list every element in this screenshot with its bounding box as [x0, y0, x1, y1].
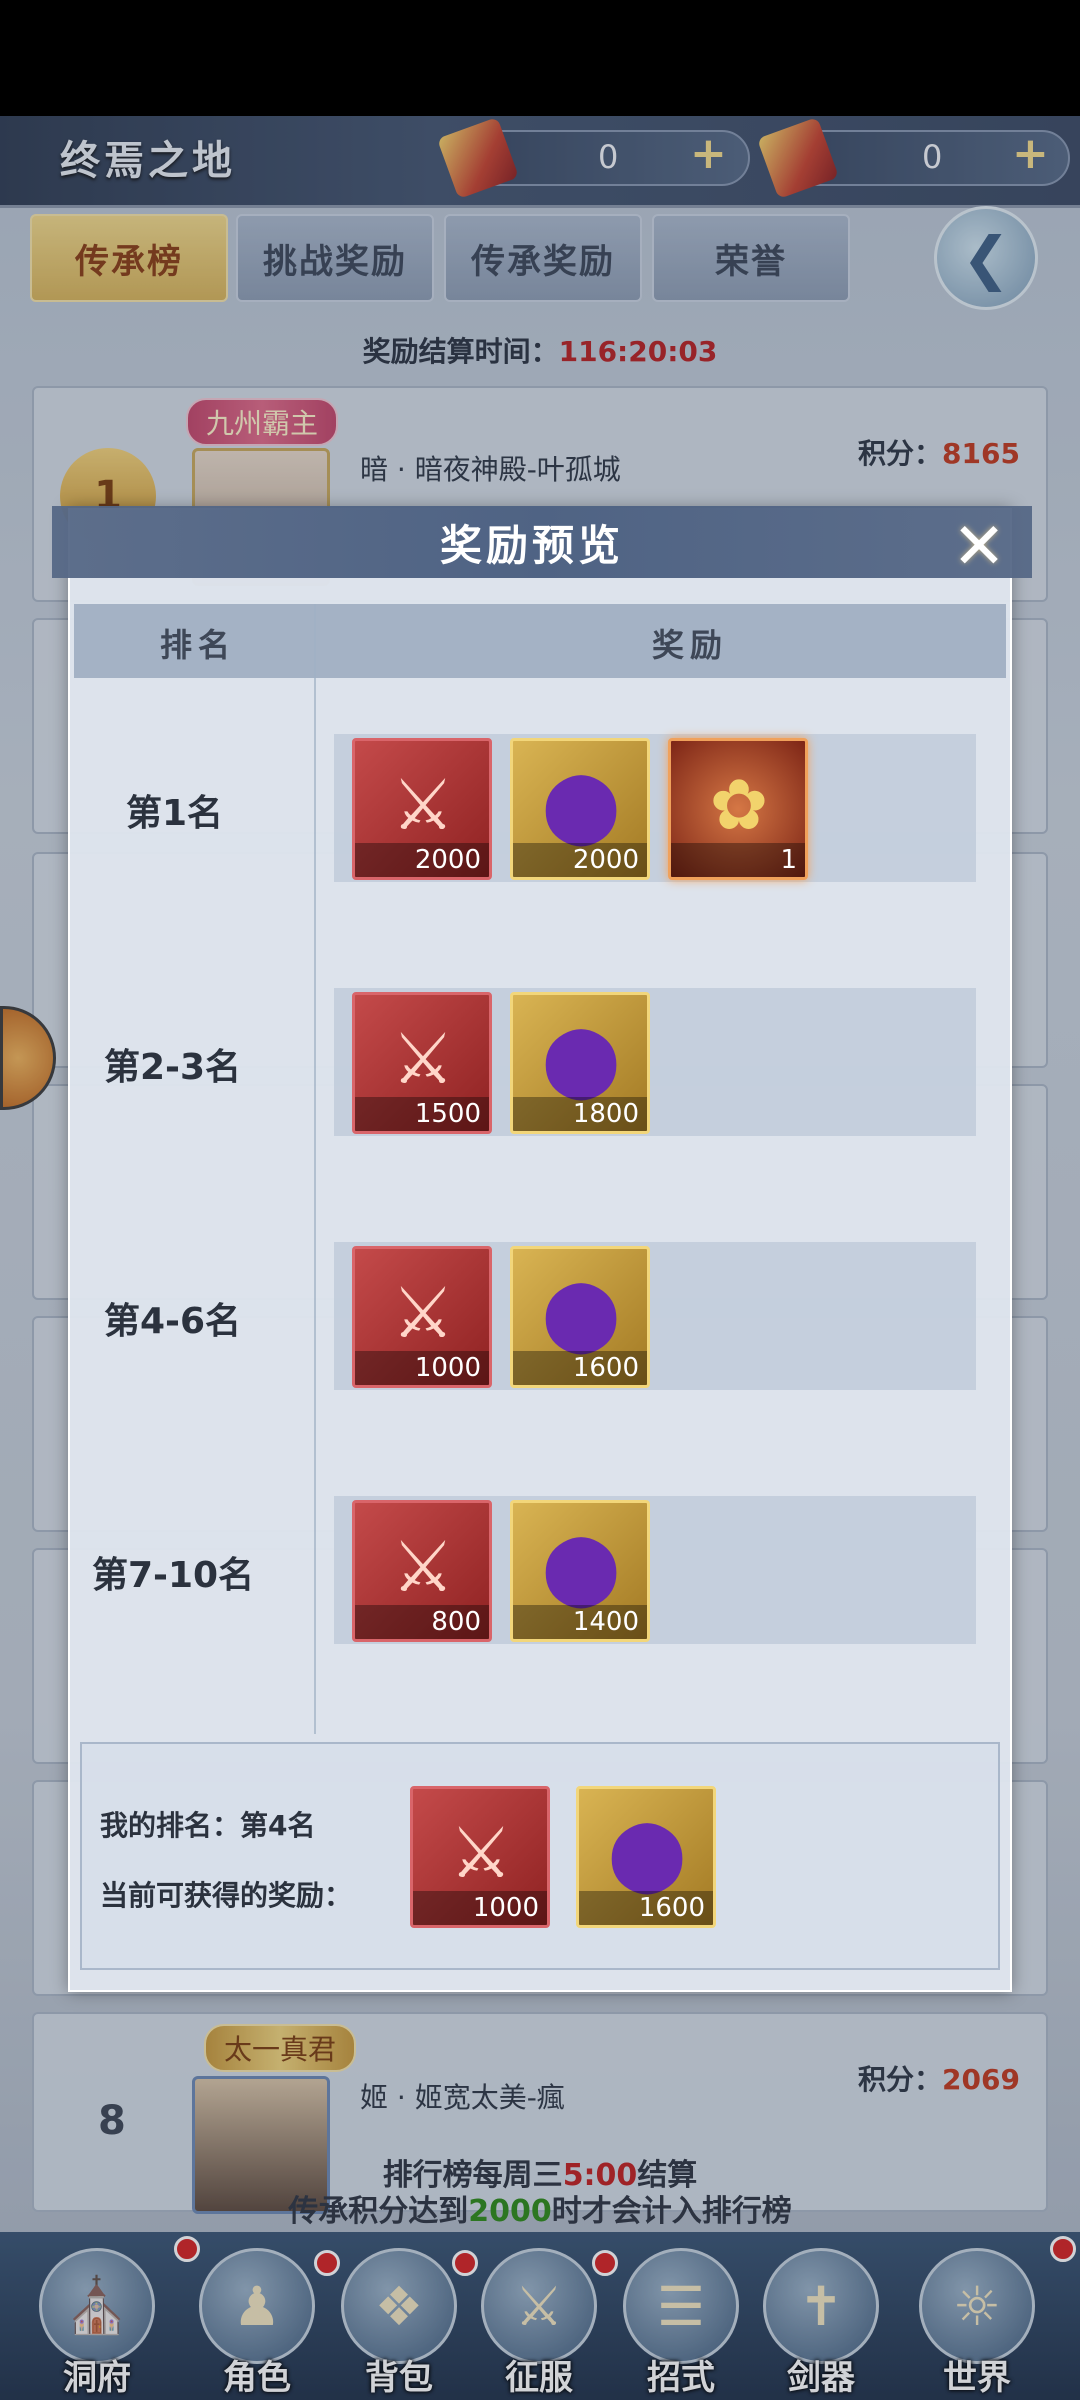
reward-item[interactable]: ⬤ 1800: [510, 992, 650, 1134]
item-count: 800: [355, 1605, 489, 1639]
close-button[interactable]: ✕: [944, 510, 1014, 584]
item-count: 1800: [513, 1097, 647, 1131]
reward-item[interactable]: ⬤ 1600: [576, 1786, 716, 1928]
sword-scroll-icon: ⚔: [391, 1018, 455, 1100]
item-count: 1600: [513, 1351, 647, 1385]
column-header-rank: 排名: [160, 626, 237, 664]
my-rank-value: 第4名: [240, 1809, 316, 1842]
sword-scroll-icon: ⚔: [391, 764, 455, 846]
rank-label: 第2-3名: [104, 1047, 242, 1088]
column-divider: [314, 604, 316, 1734]
purple-orb-icon: ⬤: [541, 1272, 621, 1354]
reward-item[interactable]: ⬤ 2000: [510, 738, 650, 880]
rank-label: 第1名: [126, 793, 224, 834]
item-count: 1000: [355, 1351, 489, 1385]
purple-orb-icon: ⬤: [541, 1018, 621, 1100]
item-count: 1: [671, 843, 805, 877]
my-rank: 我的排名：第4名: [100, 1804, 316, 1844]
status-bar: [0, 0, 1080, 116]
reward-item[interactable]: ✿ 1: [668, 738, 808, 880]
modal-title: 奖励预览: [439, 521, 624, 570]
purple-orb-icon: ⬤: [541, 764, 621, 846]
reward-item[interactable]: ⚔ 2000: [352, 738, 492, 880]
current-reward-label: 当前可获得的奖励：: [100, 1879, 353, 1912]
reward-item[interactable]: ⬤ 1400: [510, 1500, 650, 1642]
my-rank-label: 我的排名：: [100, 1809, 241, 1842]
sword-scroll-icon: ⚔: [391, 1526, 455, 1608]
reward-item[interactable]: ⚔ 1000: [352, 1246, 492, 1388]
item-count: 2000: [355, 843, 489, 877]
item-count: 2000: [513, 843, 647, 877]
column-header-reward: 奖励: [652, 626, 729, 664]
item-count: 1600: [579, 1891, 713, 1925]
item-count: 1400: [513, 1605, 647, 1639]
purple-orb-icon: ⬤: [607, 1812, 687, 1894]
reward-item[interactable]: ⚔ 1000: [410, 1786, 550, 1928]
rank-label: 第7-10名: [92, 1555, 255, 1596]
close-icon: ✕: [952, 510, 1006, 584]
sword-scroll-icon: ⚔: [449, 1812, 513, 1894]
reward-item[interactable]: ⬤ 1600: [510, 1246, 650, 1388]
reward-item[interactable]: ⚔ 800: [352, 1500, 492, 1642]
sword-scroll-icon: ⚔: [391, 1272, 455, 1354]
item-count: 1500: [355, 1097, 489, 1131]
purple-orb-icon: ⬤: [541, 1526, 621, 1608]
reward-item[interactable]: ⚔ 1500: [352, 992, 492, 1134]
item-count: 1000: [413, 1891, 547, 1925]
rank-label: 第4-6名: [104, 1301, 242, 1342]
title-token-icon: ✿: [709, 764, 769, 846]
